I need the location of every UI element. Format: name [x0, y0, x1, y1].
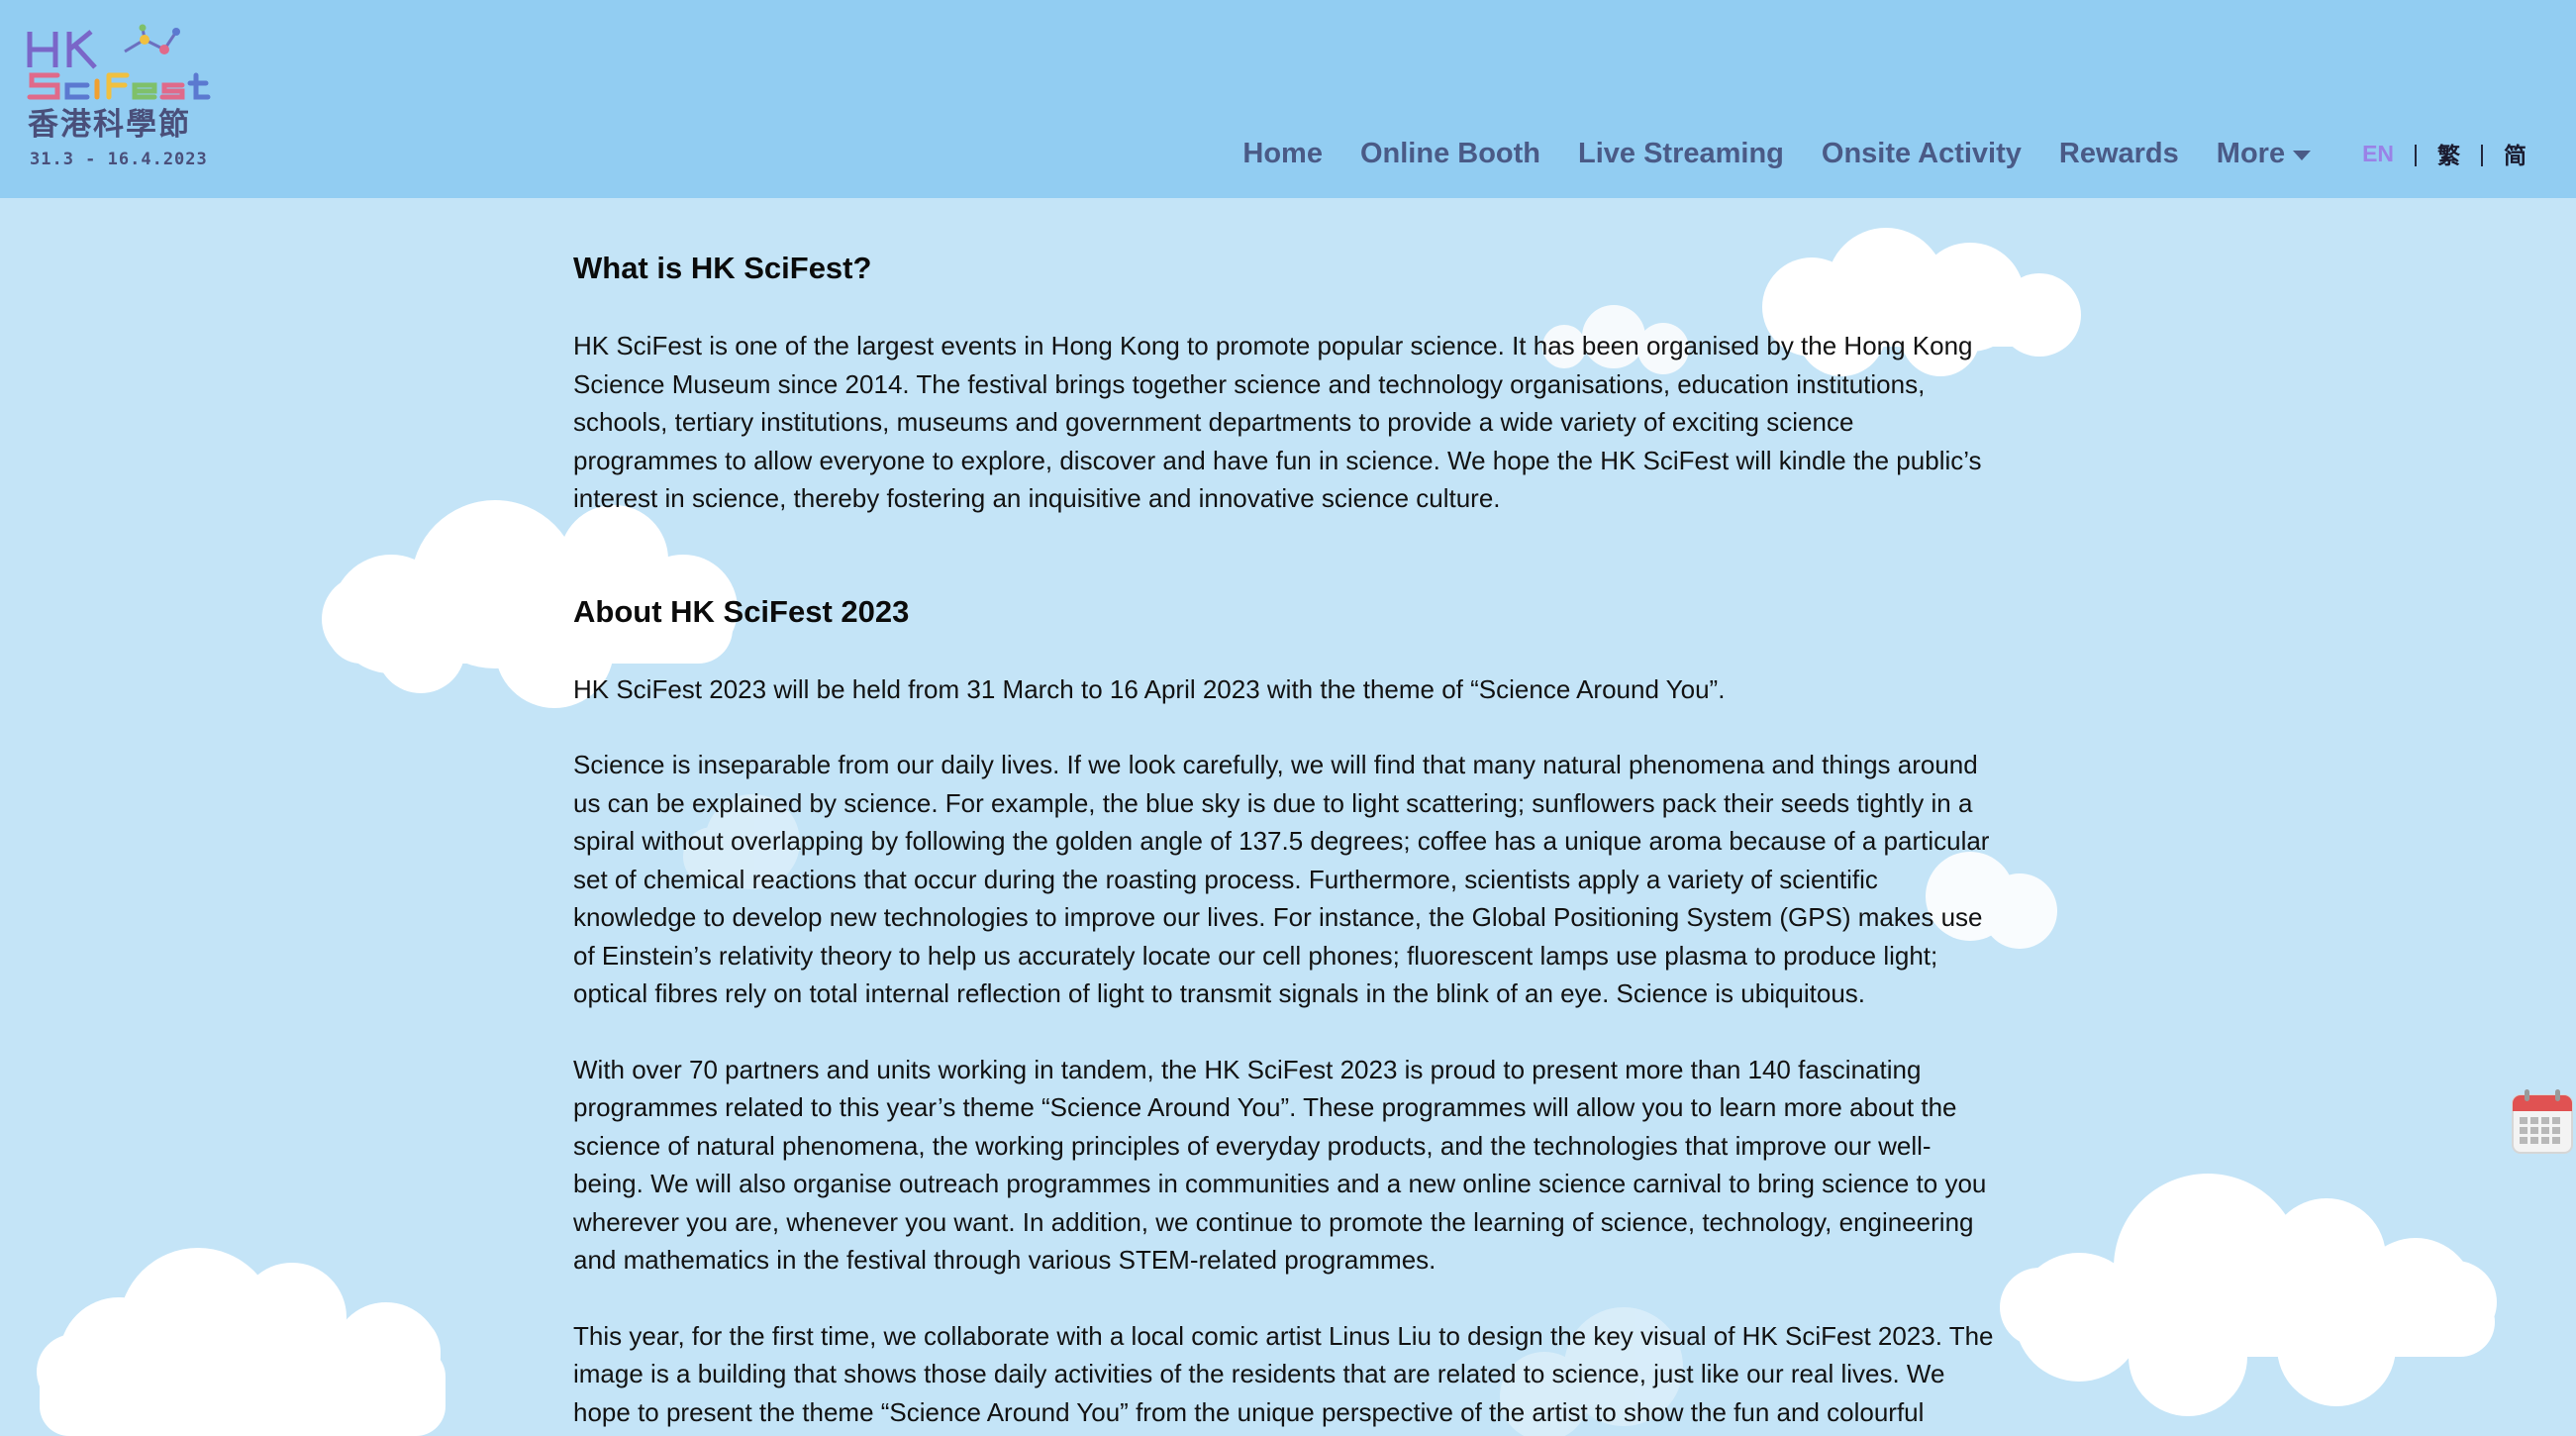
- lang-sc-link[interactable]: 简: [2504, 137, 2526, 170]
- about-paragraph-partners: With over 70 partners and units working …: [573, 1054, 1987, 1276]
- site-header: 香港科學節 31.3 - 16.4.2023 Home Online Booth…: [0, 0, 2576, 198]
- nav-more-dropdown[interactable]: More: [2216, 137, 2312, 170]
- nav-live-streaming[interactable]: Live Streaming: [1578, 138, 1784, 170]
- logo-graphic: 香港科學節 31.3 - 16.4.2023: [27, 24, 211, 169]
- what-is-paragraph: HK SciFest is one of the largest events …: [573, 331, 1982, 513]
- lang-separator: |: [2413, 140, 2420, 166]
- about-heading: About HK SciFest 2023: [573, 593, 910, 629]
- nav-home-label: Home: [1242, 137, 1323, 169]
- logo-chinese-text: 香港科學節: [28, 107, 191, 143]
- nav-home[interactable]: Home: [1242, 138, 1323, 170]
- nav-online-booth[interactable]: Online Booth: [1360, 138, 1540, 170]
- calendar-icon-graphic: [2512, 1089, 2573, 1154]
- about-paragraph-science: Science is inseparable from our daily li…: [573, 750, 1990, 1008]
- nav-onsite-activity-label: Onsite Activity: [1821, 137, 2022, 169]
- main-nav: Home Online Booth Live Streaming Onsite …: [1242, 129, 2576, 178]
- nav-rewards-label: Rewards: [2058, 137, 2179, 169]
- lang-tc-link[interactable]: 繁: [2437, 137, 2460, 170]
- cloud-bottom-left: [37, 1248, 446, 1436]
- nav-online-booth-label: Online Booth: [1359, 137, 1540, 169]
- what-is-heading: What is HK SciFest?: [573, 251, 872, 285]
- nav-rewards[interactable]: Rewards: [2059, 138, 2179, 170]
- cloud-bottom-right: [2000, 1174, 2497, 1416]
- nav-live-streaming-label: Live Streaming: [1578, 137, 1784, 169]
- nav-more-label: More: [2216, 137, 2286, 169]
- nav-onsite-activity[interactable]: Onsite Activity: [1822, 138, 2022, 170]
- lang-separator: |: [2479, 140, 2485, 166]
- calendar-icon[interactable]: [2511, 1087, 2574, 1155]
- about-paragraph-key-visual: This year, for the first time, we collab…: [573, 1320, 1994, 1427]
- lang-en-link[interactable]: EN: [2362, 141, 2394, 167]
- logo-scifest: [27, 72, 211, 100]
- hk-scifest-logo[interactable]: 香港科學節 31.3 - 16.4.2023: [26, 24, 283, 172]
- main-content: What is HK SciFest? HK SciFest is one of…: [573, 248, 1999, 1436]
- language-switcher: EN | 繁 | 简: [2362, 137, 2526, 170]
- logo-hk: [27, 30, 97, 69]
- caret-down-icon: [2293, 150, 2312, 160]
- logo-date-text: 31.3 - 16.4.2023: [30, 150, 208, 169]
- about-paragraph-dates: HK SciFest 2023 will be held from 31 Mar…: [573, 673, 1726, 704]
